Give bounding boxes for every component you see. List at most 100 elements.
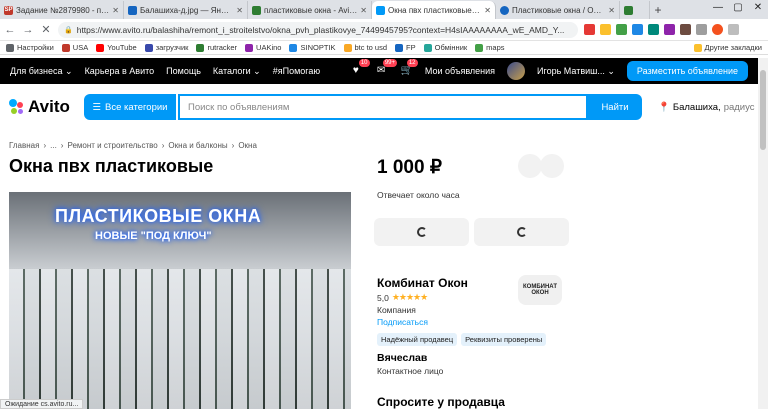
browser-tab-1[interactable]: SP Задание №2879980 - просмо ✕ <box>0 1 124 19</box>
bookmark-item[interactable]: rutracker <box>196 43 237 52</box>
extension-icon[interactable] <box>600 24 611 35</box>
close-window-icon[interactable]: ✕ <box>748 0 768 18</box>
menu-dots-icon[interactable] <box>728 24 739 35</box>
logo-text: Avito <box>28 97 70 116</box>
nav-link-ihelp[interactable]: #яПомогаю <box>273 66 320 77</box>
location-selector[interactable]: 📍 Балашиха, радиус <box>658 102 755 113</box>
seller-name[interactable]: Комбинат Окон <box>377 276 468 290</box>
other-bookmarks[interactable]: Другие закладки <box>693 43 762 52</box>
status-badge[interactable]: Надёжный продавец <box>377 333 458 346</box>
find-button[interactable]: Найти <box>588 94 642 120</box>
site-top-nav: Для бизнеса ⌄ Карьера в Авито Помощь Кат… <box>0 58 758 84</box>
stop-loading-icon[interactable]: ✕ <box>40 23 52 36</box>
listing-photo[interactable]: ПЛАСТИКОВЫЕ ОКНА НОВЫЕ "ПОД КЛЮЧ" <box>9 192 351 409</box>
nav-link-help[interactable]: Помощь <box>166 66 201 77</box>
extension-icon[interactable] <box>648 24 659 35</box>
extension-icon[interactable] <box>632 24 643 35</box>
forward-icon[interactable]: → <box>22 24 34 36</box>
status-badge[interactable]: Реквизиты проверены <box>461 333 547 346</box>
bookmark-item[interactable]: загрузчик <box>144 43 188 52</box>
bookmark-favicon-icon <box>475 43 484 52</box>
price: 1 000 ₽ <box>377 157 442 178</box>
bookmark-item[interactable]: USA <box>61 43 88 52</box>
breadcrumb-ellipsis[interactable]: ... <box>50 141 57 150</box>
star-rating-icon: ★★★★★ <box>391 292 428 302</box>
bookmark-favicon-icon <box>423 43 432 52</box>
nav-link-career[interactable]: Карьера в Авито <box>85 66 155 77</box>
profile-avatar-icon[interactable] <box>712 24 723 35</box>
lock-icon: 🔒 <box>64 26 73 34</box>
url-text: https://www.avito.ru/balashiha/remont_i_… <box>76 24 565 35</box>
bookmark-item[interactable]: Настройки <box>6 43 54 52</box>
breadcrumb-windows-balconies[interactable]: Окна и балконы <box>168 141 227 150</box>
maximize-icon[interactable]: ▢ <box>728 0 748 18</box>
bookmark-item[interactable]: YouTube <box>96 43 137 52</box>
url-field[interactable]: 🔒 https://www.avito.ru/balashiha/remont_… <box>58 21 578 38</box>
extension-icon[interactable] <box>680 24 691 35</box>
bookmark-item[interactable]: btc to usd <box>343 43 387 52</box>
tab-title: Балашиха-д.jpg — Яндекс.Ди <box>140 5 234 15</box>
bookmark-item[interactable]: maps <box>475 43 505 52</box>
page-scrollbar[interactable] <box>758 58 768 409</box>
tab-title: Окна пвх пластиковые купит <box>388 5 482 15</box>
browser-tab-6[interactable] <box>620 1 650 19</box>
show-phone-button[interactable] <box>374 218 469 246</box>
avito-logo[interactable]: Avito <box>9 97 84 117</box>
bookmark-favicon-icon <box>61 43 70 52</box>
bookmark-item[interactable]: Обмінник <box>423 43 467 52</box>
tab-close-icon[interactable]: ✕ <box>608 6 615 15</box>
seller-rating[interactable]: 5,0 ★★★★★ <box>377 292 428 303</box>
new-tab-button[interactable]: + <box>650 1 666 19</box>
tab-close-icon[interactable]: ✕ <box>360 6 367 15</box>
share-circle-button[interactable] <box>540 154 564 178</box>
minimize-icon[interactable]: — <box>708 0 728 18</box>
breadcrumb: Главная › ... › Ремонт и строительство ›… <box>9 141 257 150</box>
bookmark-item[interactable]: UAKino <box>245 43 281 52</box>
browser-tab-5[interactable]: Пластиковые окна / Остекле ✕ <box>496 1 620 19</box>
breadcrumb-home[interactable]: Главная <box>9 141 39 150</box>
bookmarks-bar: Настройки USA YouTube загрузчик rutracke… <box>0 41 768 55</box>
avatar[interactable] <box>507 62 526 80</box>
favorites-button[interactable]: ♥ 10 <box>352 59 370 77</box>
back-icon[interactable]: ← <box>4 24 16 36</box>
photo-subline: НОВЫЕ "ПОД КЛЮЧ" <box>95 230 212 242</box>
breadcrumb-windows[interactable]: Окна <box>238 141 257 150</box>
bookmark-item[interactable]: FP <box>395 43 416 52</box>
heart-icon: ♥ <box>352 65 359 76</box>
extension-icon[interactable] <box>616 24 627 35</box>
browser-tab-2[interactable]: Балашиха-д.jpg — Яндекс.Ди ✕ <box>124 1 248 19</box>
breadcrumb-repair[interactable]: Ремонт и строительство <box>67 141 157 150</box>
extension-icon[interactable] <box>584 24 595 35</box>
extension-icon[interactable] <box>664 24 675 35</box>
my-ads-link[interactable]: Мои объявления <box>425 66 495 76</box>
messages-button[interactable]: ✉ 99+ <box>377 59 398 77</box>
search-input[interactable]: Поиск по объявлениям <box>178 94 588 120</box>
write-message-button[interactable] <box>474 218 569 246</box>
tab-close-icon[interactable]: ✕ <box>484 6 491 15</box>
tab-favicon-icon <box>624 5 633 15</box>
browser-tab-strip: SP Задание №2879980 - просмо ✕ Балашиха-… <box>0 0 768 19</box>
scrollbar-thumb[interactable] <box>760 70 766 150</box>
location-pin-icon: 📍 <box>658 101 670 113</box>
nav-link-catalogs[interactable]: Каталоги ⌄ <box>213 66 261 77</box>
seller-type: Компания <box>377 305 416 315</box>
browser-tab-3[interactable]: пластиковые окна - Avito | О ✕ <box>248 1 372 19</box>
nav-link-business[interactable]: Для бизнеса ⌄ <box>10 66 73 77</box>
post-ad-button[interactable]: Разместить объявление <box>626 61 748 81</box>
cart-button[interactable]: 🛒 12 <box>401 59 418 77</box>
subscribe-link[interactable]: Подписаться <box>377 317 428 327</box>
tab-close-icon[interactable]: ✕ <box>112 6 119 15</box>
puzzle-icon[interactable] <box>696 24 707 35</box>
bookmark-item[interactable]: SINOPTIK <box>289 43 336 52</box>
seller-logo[interactable]: КОМБИНАТ ОКОН <box>518 275 562 305</box>
tab-favicon-icon <box>128 5 137 15</box>
browser-tab-active[interactable]: Окна пвх пластиковые купит ✕ <box>372 1 496 19</box>
tab-favicon-icon <box>500 5 509 15</box>
seller-badges: Надёжный продавец Реквизиты проверены <box>377 333 547 346</box>
all-categories-button[interactable]: ☰ Все категории <box>84 94 176 120</box>
contact-buttons <box>374 218 569 246</box>
user-menu[interactable]: Игорь Матвиш... ⌄ <box>537 66 615 77</box>
tab-close-icon[interactable]: ✕ <box>236 6 243 15</box>
page-title: Окна пвх пластиковые <box>9 156 214 176</box>
favorite-circle-button[interactable] <box>518 154 542 178</box>
